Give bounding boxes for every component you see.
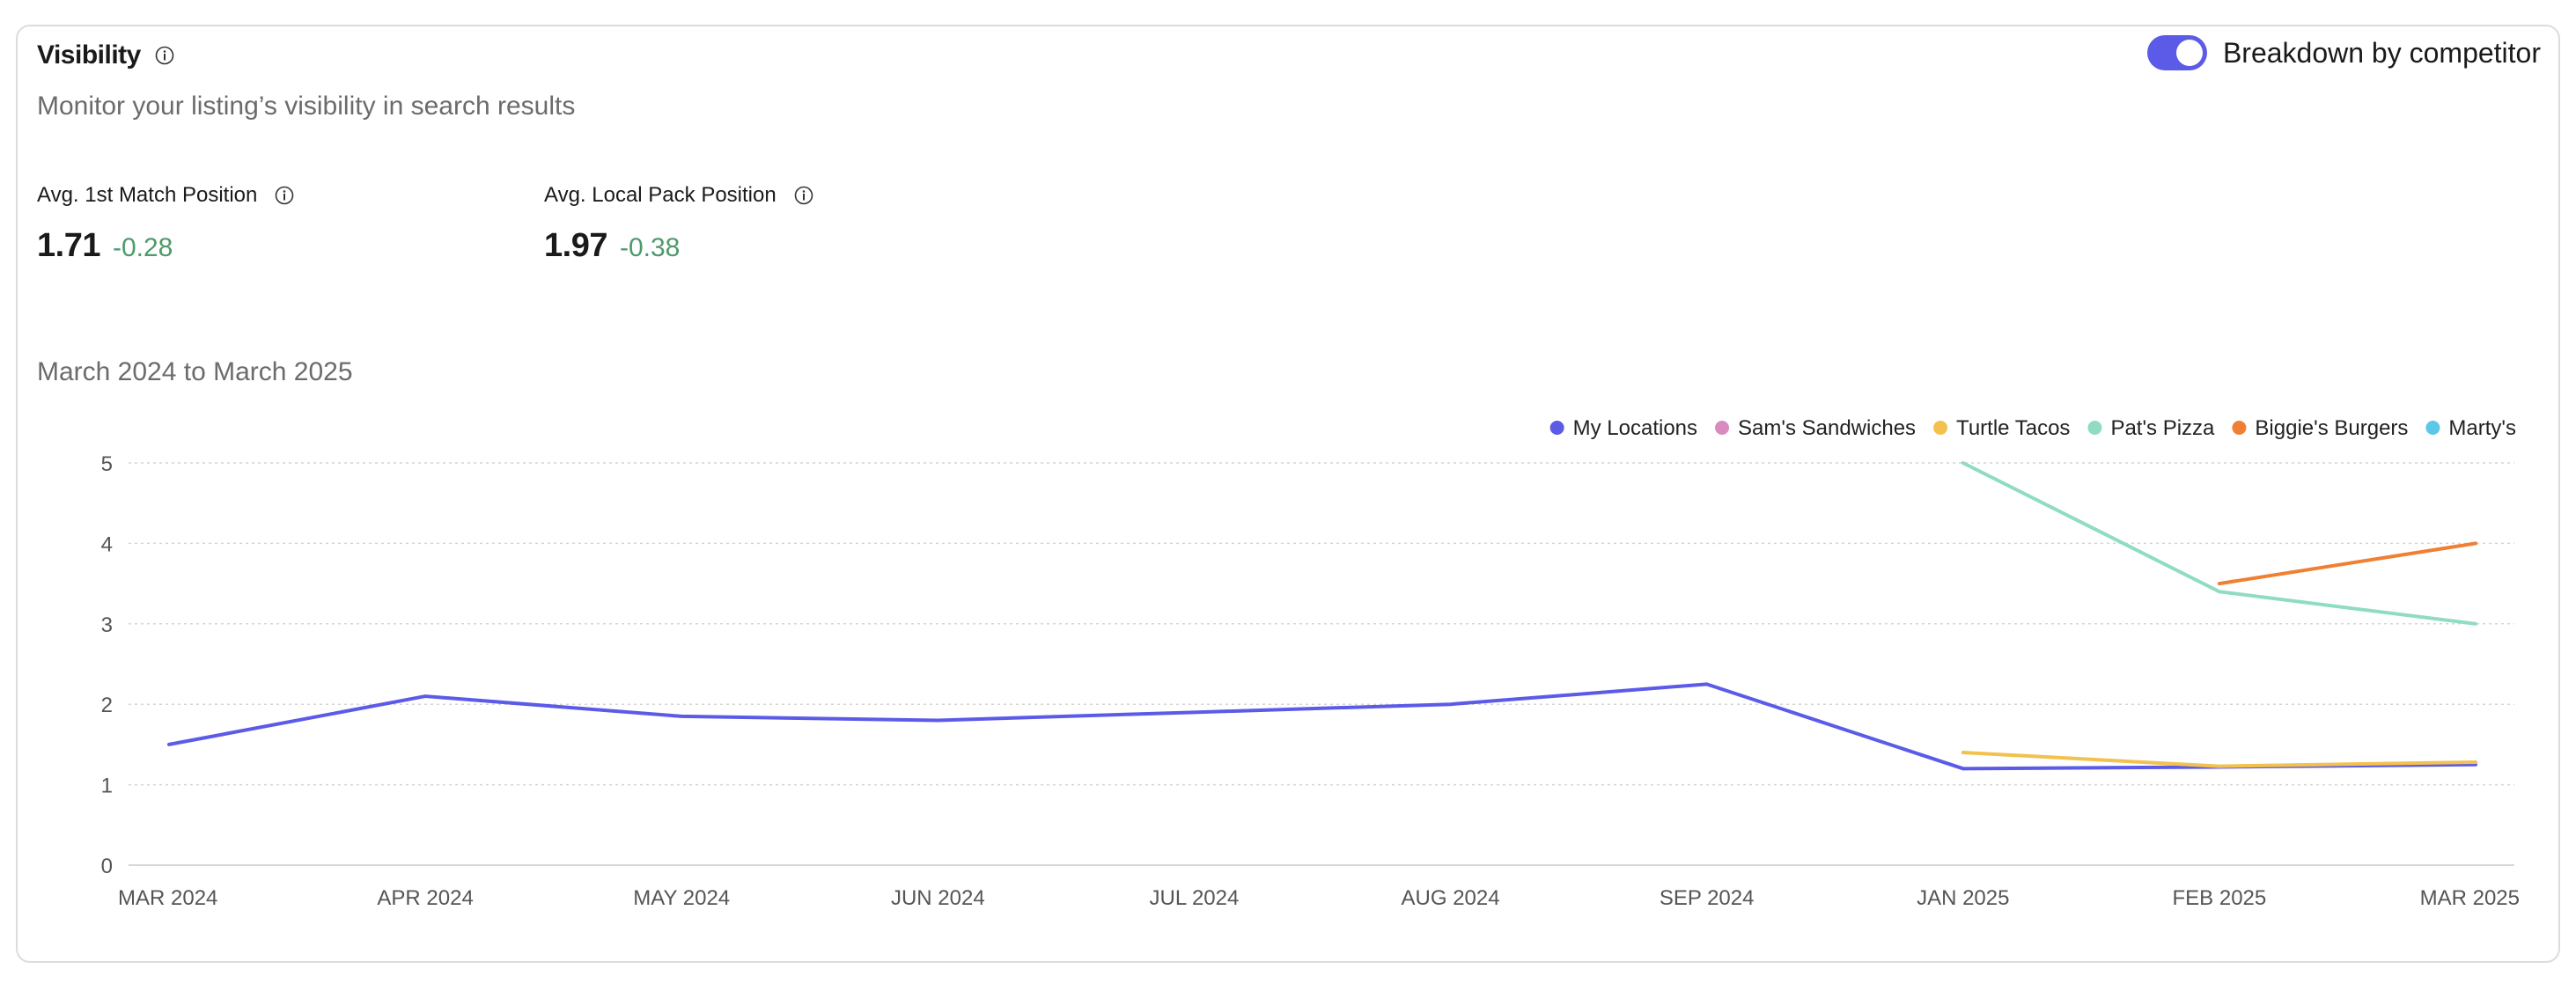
x-tick-label: JAN 2025 [1917, 886, 2009, 910]
legend-label: Turtle Tacos [1956, 416, 2070, 440]
y-tick-label: 0 [101, 855, 113, 878]
x-tick-label: SEP 2024 [1660, 886, 1755, 910]
x-tick-label: FEB 2025 [2173, 886, 2267, 910]
x-tick-label: JUL 2024 [1150, 886, 1240, 910]
x-tick-label: MAR 2024 [118, 886, 217, 910]
legend-swatch [2232, 421, 2247, 435]
legend-label: Marty's [2448, 416, 2516, 440]
legend-swatch [1715, 421, 1730, 435]
y-tick-label: 3 [101, 613, 113, 637]
legend-label: Pat's Pizza [2110, 416, 2215, 440]
y-tick-label: 2 [101, 694, 113, 717]
line-chart: 0 1 2 3 4 5 MAR 2024 APR 2024 MAY 2024 JUN 2024 JU… [101, 416, 2520, 910]
legend-swatch [2087, 421, 2102, 435]
y-tick-label: 1 [101, 774, 113, 798]
x-tick-label: MAR 2025 [2420, 886, 2520, 910]
series-line [2217, 541, 2477, 586]
y-tick-label: 5 [101, 452, 113, 476]
series-line [1961, 751, 2477, 768]
legend-swatch [1549, 421, 1564, 435]
x-tick-label: APR 2024 [377, 886, 473, 910]
series-line [167, 682, 2477, 771]
legend-label: Biggie's Burgers [2255, 416, 2408, 440]
legend-label: Sam's Sandwiches [1738, 416, 1916, 440]
x-tick-label: AUG 2024 [1402, 886, 1500, 910]
y-tick-label: 4 [101, 532, 113, 556]
legend-label: My Locations [1573, 416, 1697, 440]
legend-swatch [1933, 421, 1948, 435]
x-tick-label: JUN 2024 [891, 886, 985, 910]
legend-swatch [2425, 421, 2440, 435]
x-tick-label: MAY 2024 [633, 886, 730, 910]
